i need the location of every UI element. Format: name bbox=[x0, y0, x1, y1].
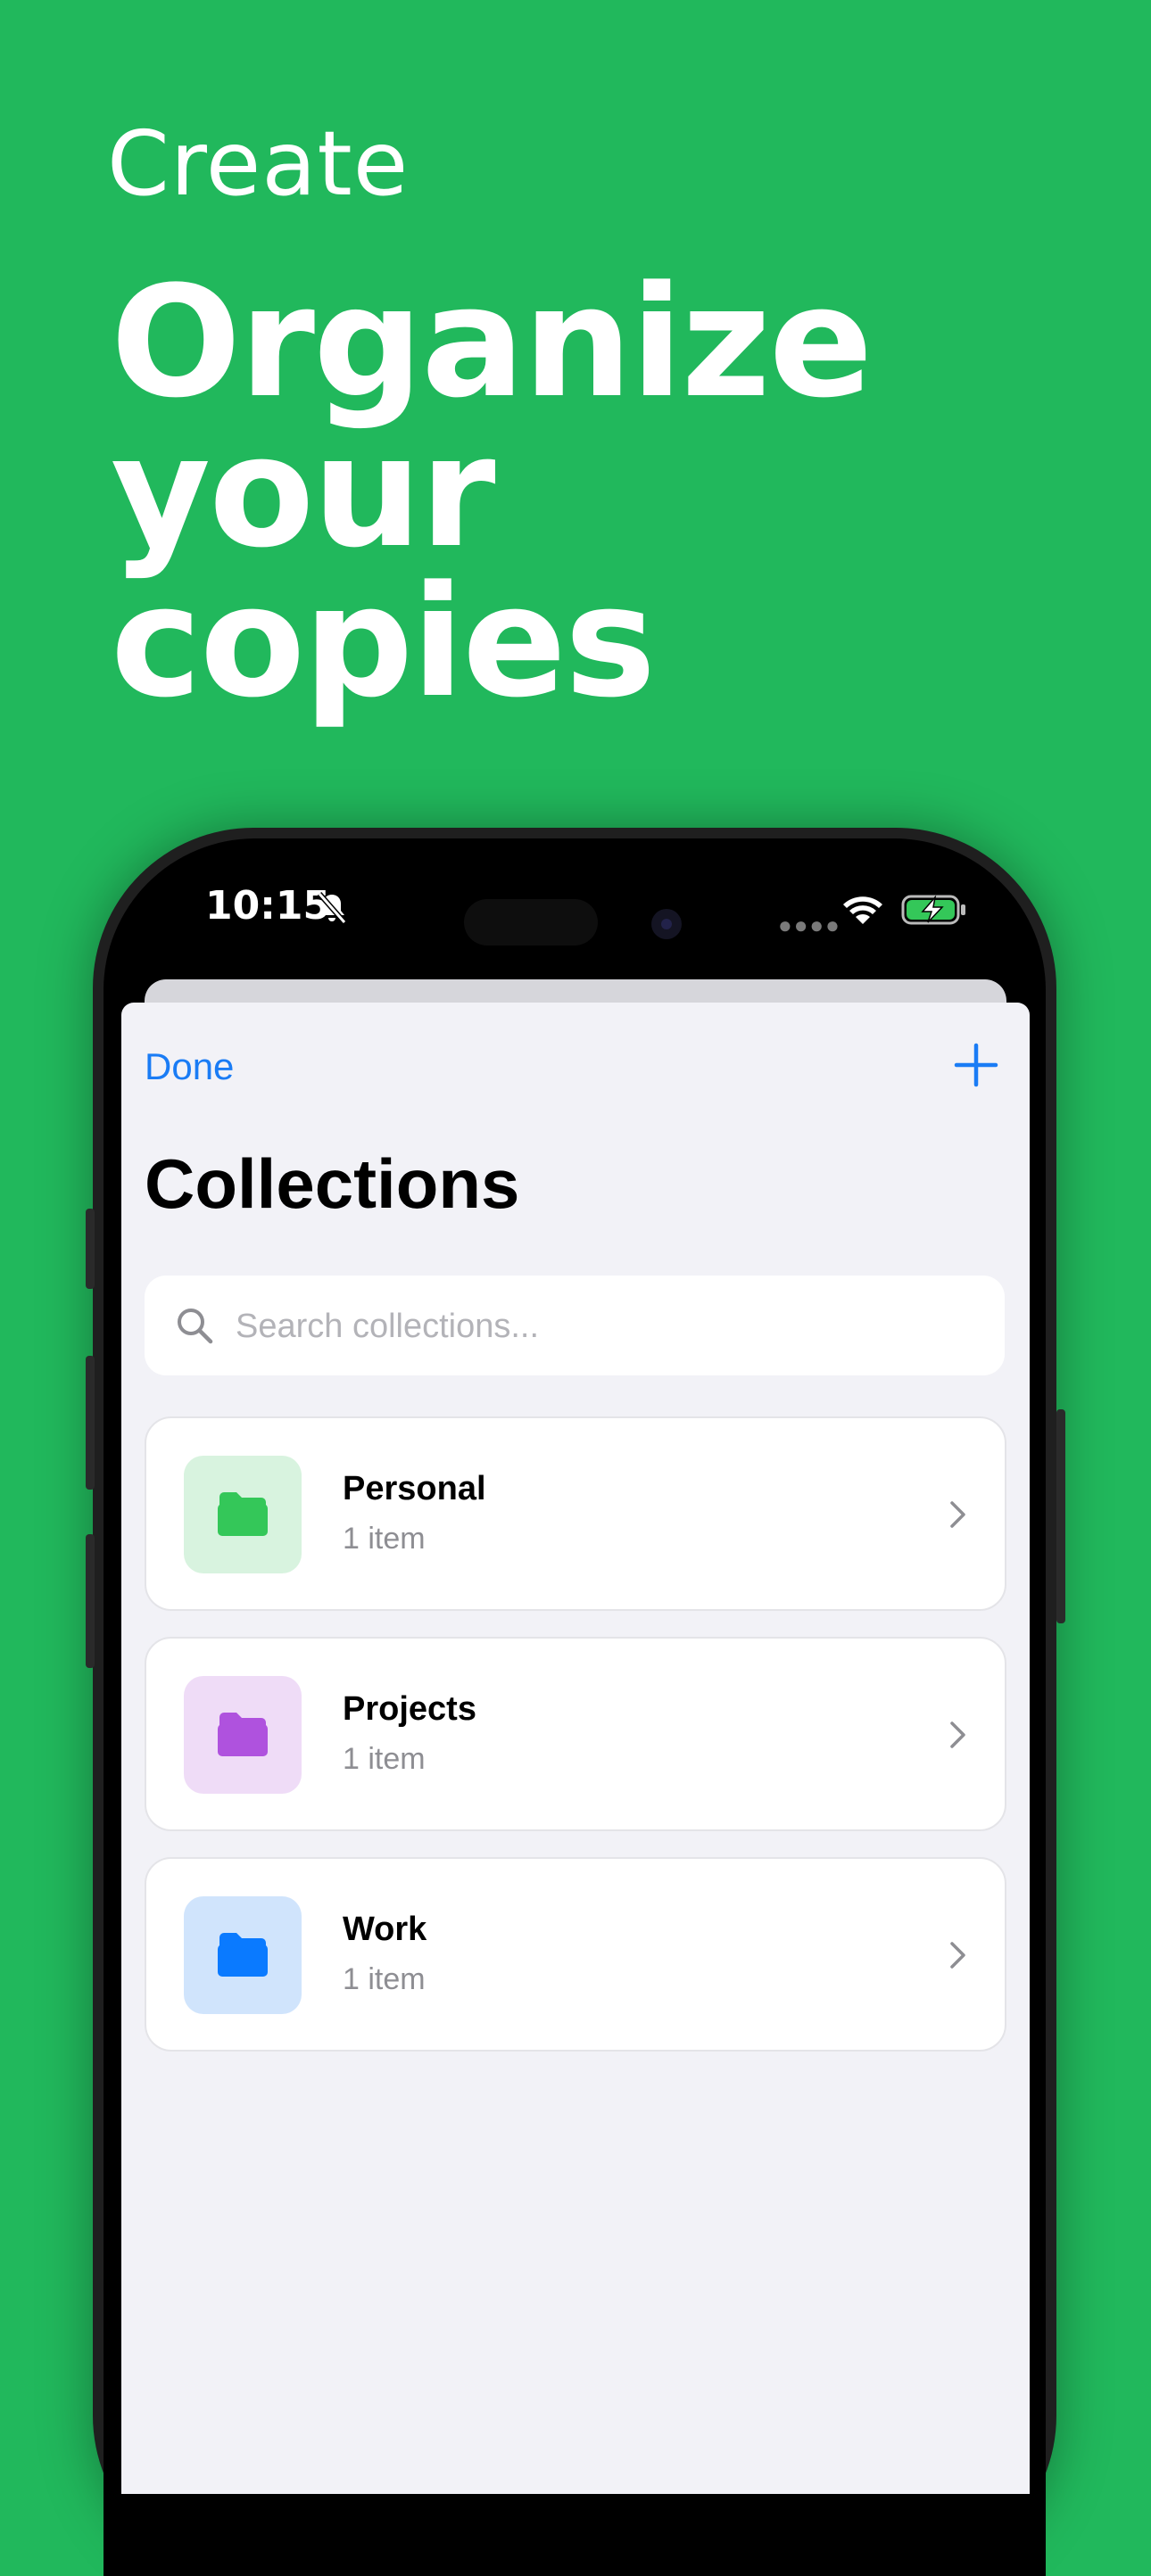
camera-icon bbox=[651, 909, 682, 939]
folder-icon bbox=[218, 1492, 268, 1536]
collection-row-work[interactable]: Work 1 item bbox=[145, 1857, 1006, 2052]
volume-up-button bbox=[86, 1356, 95, 1490]
done-button[interactable]: Done bbox=[145, 1045, 234, 1088]
chevron-right-icon bbox=[950, 1501, 965, 1528]
hero-eyebrow: Create bbox=[107, 111, 410, 216]
page-title: Collections bbox=[145, 1144, 520, 1223]
folder-icon bbox=[218, 1713, 268, 1756]
collections-screen: Done Collections Personal 1 item bbox=[121, 1003, 1030, 2494]
search-input[interactable] bbox=[234, 1293, 987, 1359]
collection-name: Personal bbox=[343, 1470, 486, 1507]
chevron-right-icon bbox=[950, 1942, 965, 1969]
signal-dots-icon: ●●●● bbox=[778, 912, 841, 938]
hero-title: Organize your copies bbox=[111, 252, 1092, 731]
bell-slash-icon bbox=[317, 892, 347, 924]
hero-title-line: your bbox=[111, 402, 496, 582]
add-collection-button[interactable] bbox=[949, 1038, 1003, 1092]
collection-row-projects[interactable]: Projects 1 item bbox=[145, 1637, 1006, 1831]
search-bar bbox=[145, 1276, 1005, 1375]
search-icon bbox=[178, 1309, 213, 1344]
status-time: 10:15 bbox=[205, 883, 331, 929]
volume-down-button bbox=[86, 1534, 95, 1668]
action-button bbox=[86, 1209, 95, 1289]
collection-count: 1 item bbox=[343, 1962, 426, 1996]
collection-name: Work bbox=[343, 1911, 427, 1948]
plus-icon bbox=[954, 1043, 998, 1087]
dynamic-island bbox=[464, 899, 598, 945]
chevron-right-icon bbox=[950, 1721, 965, 1748]
hero-title-line: copies bbox=[111, 552, 656, 731]
battery-charging-icon bbox=[901, 895, 965, 925]
wifi-icon bbox=[843, 896, 882, 924]
collection-icon-tile bbox=[184, 1676, 302, 1794]
collection-name: Projects bbox=[343, 1690, 476, 1728]
hero-title-line: Organize bbox=[111, 252, 873, 432]
collection-count: 1 item bbox=[343, 1522, 426, 1556]
power-button bbox=[1056, 1409, 1065, 1623]
collection-row-personal[interactable]: Personal 1 item bbox=[145, 1416, 1006, 1611]
collection-icon-tile bbox=[184, 1456, 302, 1573]
collection-count: 1 item bbox=[343, 1742, 426, 1776]
folder-icon bbox=[218, 1933, 268, 1977]
collection-icon-tile bbox=[184, 1896, 302, 2014]
